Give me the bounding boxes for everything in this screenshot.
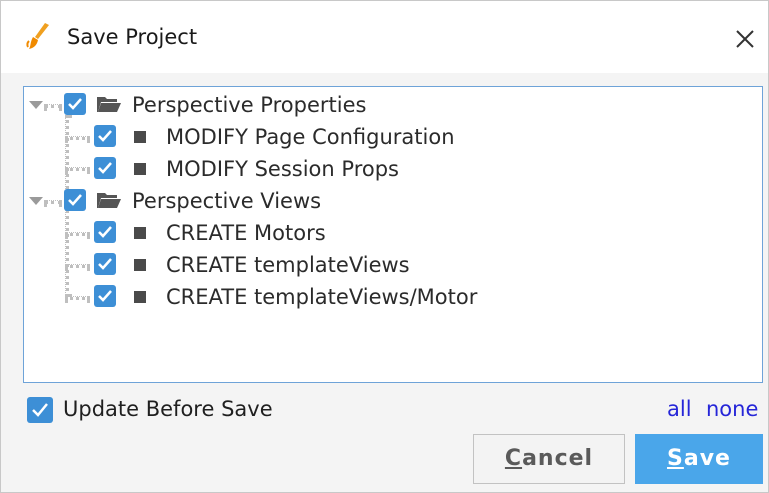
item-label: CREATE templateViews/Motor [166, 285, 478, 309]
cancel-label: ancel [522, 446, 594, 471]
item-label: MODIFY Page Configuration [166, 125, 455, 149]
save-mnemonic: S [667, 446, 684, 471]
select-none-link[interactable]: none [706, 397, 758, 421]
item-checkbox[interactable] [94, 125, 116, 147]
select-all-link[interactable]: all [667, 397, 692, 421]
brush-icon [23, 21, 55, 53]
tree-item[interactable]: MODIFY Page Configuration [24, 121, 762, 151]
resource-icon [134, 163, 146, 175]
resource-icon [134, 227, 146, 239]
tree-item[interactable]: CREATE templateViews/Motor [24, 281, 762, 311]
item-label: MODIFY Session Props [166, 157, 399, 181]
tree-item[interactable]: MODIFY Session Props [24, 153, 762, 183]
dialog-title: Save Project [67, 25, 198, 49]
group-checkbox[interactable] [64, 189, 86, 211]
folder-icon [96, 189, 122, 211]
item-checkbox[interactable] [94, 221, 116, 243]
expand-toggle-icon[interactable] [28, 194, 44, 206]
resource-icon [134, 259, 146, 271]
item-checkbox[interactable] [94, 253, 116, 275]
tree-group-perspective-properties[interactable]: Perspective Properties [24, 89, 762, 119]
cancel-mnemonic: C [504, 446, 523, 471]
tree-group-perspective-views[interactable]: Perspective Views [24, 185, 762, 215]
tree-item[interactable]: CREATE templateViews [24, 249, 762, 279]
group-label: Perspective Views [132, 189, 322, 213]
item-label: CREATE Motors [166, 221, 326, 245]
update-before-save-checkbox[interactable] [27, 397, 53, 423]
item-label: CREATE templateViews [166, 253, 410, 277]
item-checkbox[interactable] [94, 157, 116, 179]
save-label: ave [683, 446, 731, 471]
update-before-save-label[interactable]: Update Before Save [63, 397, 273, 421]
changes-tree[interactable]: Perspective Properties MODIFY Page Confi… [23, 86, 763, 383]
cancel-button[interactable]: Cancel [473, 434, 625, 484]
group-label: Perspective Properties [132, 93, 367, 117]
tree-item[interactable]: CREATE Motors [24, 217, 762, 247]
resource-icon [134, 131, 146, 143]
folder-icon [96, 93, 122, 115]
group-checkbox[interactable] [64, 93, 86, 115]
close-icon[interactable] [729, 23, 761, 55]
save-project-dialog: Save Project Perspective Properties MODI… [0, 0, 769, 493]
title-bar: Save Project [1, 1, 768, 73]
item-checkbox[interactable] [94, 285, 116, 307]
expand-toggle-icon[interactable] [28, 98, 44, 110]
save-button[interactable]: Save [635, 434, 763, 484]
resource-icon [134, 291, 146, 303]
